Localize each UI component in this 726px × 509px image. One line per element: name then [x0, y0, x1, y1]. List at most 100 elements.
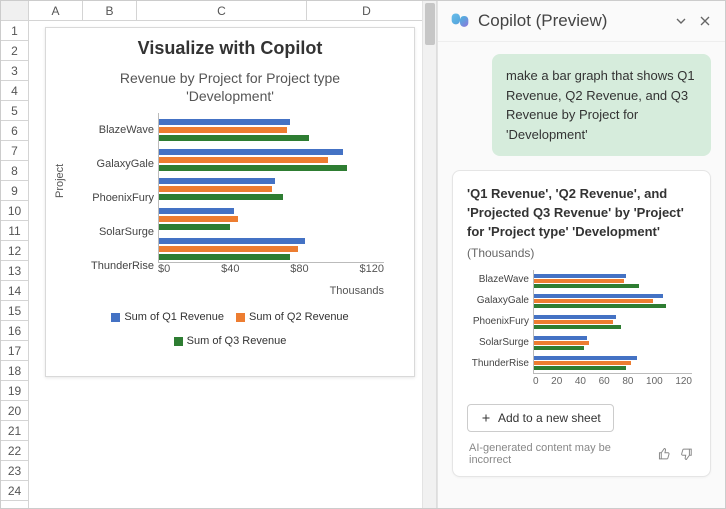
row-header[interactable]: 4: [1, 81, 28, 101]
close-icon[interactable]: [697, 13, 713, 29]
bar-segment: [159, 194, 283, 200]
mini-bar-segment: [534, 299, 653, 303]
legend-label: Sum of Q2 Revenue: [249, 311, 349, 323]
response-mini-chart: BlazeWaveGalaxyGalePhoenixFurySolarSurge…: [467, 270, 696, 390]
x-tick: $0: [158, 263, 170, 283]
row-header[interactable]: 16: [1, 321, 28, 341]
mini-x-tick: 40: [575, 376, 586, 390]
chevron-down-icon[interactable]: [673, 13, 689, 29]
row-header[interactable]: 19: [1, 381, 28, 401]
chart-plot-area: Project BlazeWaveGalaxyGalePhoenixFurySo…: [66, 113, 394, 283]
select-all-corner[interactable]: [1, 1, 29, 20]
row-header[interactable]: 13: [1, 261, 28, 281]
copilot-body: make a bar graph that shows Q1 Revenue, …: [438, 42, 725, 508]
x-tick: $120: [360, 263, 384, 283]
mini-bar-segment: [534, 315, 616, 319]
mini-bar-segment: [534, 279, 624, 283]
legend-label: Sum of Q1 Revenue: [124, 311, 224, 323]
chart-x-axis: $0 $40 $80 $120: [158, 263, 384, 283]
chart-subtitle: Revenue by Project for Project type 'Dev…: [46, 63, 414, 113]
user-message-bubble: make a bar graph that shows Q1 Revenue, …: [492, 54, 711, 156]
row-header[interactable]: 18: [1, 361, 28, 381]
row-header[interactable]: 22: [1, 441, 28, 461]
row-header[interactable]: 14: [1, 281, 28, 301]
vertical-scrollbar[interactable]: [422, 1, 436, 508]
row-header[interactable]: 2: [1, 41, 28, 61]
column-header[interactable]: B: [83, 1, 137, 20]
row-header[interactable]: 10: [1, 201, 28, 221]
mini-bar-segment: [534, 294, 663, 298]
spreadsheet-area: ABCD 12345678910111213141516171819202122…: [1, 1, 437, 508]
scrollbar-thumb[interactable]: [425, 3, 435, 45]
thumbs-down-icon[interactable]: [679, 446, 694, 462]
column-header[interactable]: D: [307, 1, 427, 20]
mini-x-tick: 80: [622, 376, 633, 390]
mini-x-tick: 20: [551, 376, 562, 390]
legend-item: Sum of Q1 Revenue: [111, 311, 224, 323]
embedded-chart[interactable]: Visualize with Copilot Revenue by Projec…: [45, 27, 415, 377]
column-header[interactable]: A: [29, 1, 83, 20]
bar-segment: [159, 238, 305, 244]
row-header[interactable]: 8: [1, 161, 28, 181]
bar-segment: [159, 157, 328, 163]
grid-body[interactable]: Visualize with Copilot Revenue by Projec…: [29, 21, 436, 508]
copilot-panel: Copilot (Preview) make a bar graph that …: [437, 1, 725, 508]
disclaimer-text: AI-generated content may be incorrect: [469, 442, 641, 466]
bar-segment: [159, 216, 238, 222]
row-header[interactable]: 6: [1, 121, 28, 141]
category-label: SolarSurge: [84, 226, 154, 238]
mini-bar-segment: [534, 304, 666, 308]
legend-item: Sum of Q2 Revenue: [236, 311, 349, 323]
row-header[interactable]: 24: [1, 481, 28, 501]
category-label: ThunderRise: [84, 260, 154, 272]
mini-bar-segment: [534, 346, 584, 350]
mini-chart-x-axis: 020406080100120: [533, 376, 692, 390]
row-header[interactable]: 21: [1, 421, 28, 441]
add-to-new-sheet-button[interactable]: Add to a new sheet: [467, 404, 614, 432]
legend-label: Sum of Q3 Revenue: [187, 335, 287, 347]
row-header[interactable]: 15: [1, 301, 28, 321]
bar-segment: [159, 165, 347, 171]
mini-category-label: ThunderRise: [467, 358, 529, 369]
row-header[interactable]: 5: [1, 101, 28, 121]
mini-category-label: PhoenixFury: [467, 316, 529, 327]
mini-bar-segment: [534, 361, 631, 365]
chart-x-unit: Thousands: [46, 283, 414, 297]
category-label: GalaxyGale: [84, 158, 154, 170]
row-header[interactable]: 9: [1, 181, 28, 201]
response-footer: AI-generated content may be incorrect: [467, 432, 696, 466]
mini-bar-segment: [534, 341, 589, 345]
bar-segment: [159, 186, 272, 192]
column-header[interactable]: C: [137, 1, 307, 20]
bar-segment: [159, 149, 343, 155]
response-subtitle: (Thousands): [467, 246, 696, 260]
row-header[interactable]: 12: [1, 241, 28, 261]
row-headers: 123456789101112131415161718192021222324: [1, 21, 29, 508]
copilot-response-card: 'Q1 Revenue', 'Q2 Revenue', and 'Project…: [452, 170, 711, 477]
row-header[interactable]: 1: [1, 21, 28, 41]
thumbs-up-icon[interactable]: [657, 446, 672, 462]
x-tick: $40: [221, 263, 239, 283]
bar-segment: [159, 119, 290, 125]
row-header[interactable]: 23: [1, 461, 28, 481]
mini-bar-segment: [534, 325, 621, 329]
category-label: PhoenixFury: [84, 192, 154, 204]
row-header[interactable]: 11: [1, 221, 28, 241]
row-header[interactable]: 20: [1, 401, 28, 421]
bar-segment: [159, 178, 275, 184]
bar-segment: [159, 135, 309, 141]
mini-category-label: GalaxyGale: [467, 295, 529, 306]
mini-x-tick: 0: [533, 376, 539, 390]
bar-segment: [159, 254, 290, 260]
row-header[interactable]: 3: [1, 61, 28, 81]
row-header[interactable]: 17: [1, 341, 28, 361]
add-button-label: Add to a new sheet: [498, 411, 601, 425]
app-root: ABCD 12345678910111213141516171819202122…: [0, 0, 726, 509]
bar-segment: [159, 224, 230, 230]
copilot-header: Copilot (Preview): [438, 1, 725, 42]
chart-main-title: Visualize with Copilot: [46, 28, 414, 63]
chart-bars: [158, 113, 384, 263]
row-header[interactable]: 7: [1, 141, 28, 161]
mini-chart-categories: BlazeWaveGalaxyGalePhoenixFurySolarSurge…: [467, 270, 529, 374]
mini-bar-segment: [534, 366, 626, 370]
